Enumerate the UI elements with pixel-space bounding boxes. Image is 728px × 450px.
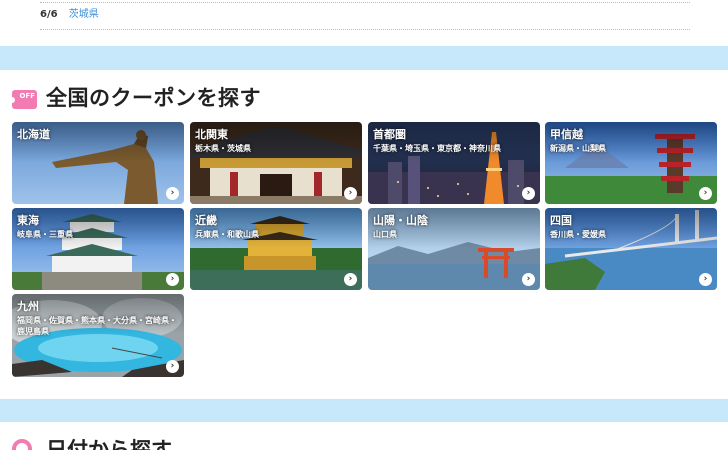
region-name: 九州: [17, 300, 39, 313]
region-name: 甲信越: [550, 128, 583, 141]
chevron-right-icon: ›: [522, 273, 535, 286]
region-card-koshinetsu[interactable]: 甲信越 新潟県・山梨県 ›: [545, 122, 717, 204]
chevron-right-icon: ›: [344, 187, 357, 200]
section-title: 日付から探す: [46, 438, 172, 450]
region-name: 北関東: [195, 128, 228, 141]
chevron-right-icon: ›: [699, 187, 712, 200]
chevron-right-icon: ›: [166, 273, 179, 286]
date-section-header: 日付から探す: [12, 434, 172, 450]
region-prefectures: 兵庫県・和歌山県: [195, 230, 259, 239]
region-name: 首都圏: [373, 128, 406, 141]
region-prefectures: 栃木県・茨城県: [195, 144, 251, 153]
region-card-kita-kanto[interactable]: 北関東 栃木県・茨城県 ›: [190, 122, 362, 204]
region-prefectures: 福岡県・佐賀県・熊本県・大分県・宮崎県・鹿児島県: [17, 316, 177, 336]
coupon-date-row: 6/6 茨城県: [40, 0, 690, 30]
chevron-right-icon: ›: [522, 187, 535, 200]
region-name: 山陽・山陰: [373, 214, 428, 227]
coupon-icon: OFF: [9, 89, 37, 109]
region-card-shutoken[interactable]: 首都圏 千葉県・埼玉県・東京都・神奈川県 ›: [368, 122, 540, 204]
region-name: 近畿: [195, 214, 217, 227]
region-card-hokkaido[interactable]: 北海道 ›: [12, 122, 184, 204]
region-card-shikoku[interactable]: 四国 香川県・愛媛県 ›: [545, 208, 717, 290]
coupon-section-header: OFF 全国のクーポンを探す: [9, 82, 261, 112]
region-prefectures: 香川県・愛媛県: [550, 230, 606, 239]
chevron-right-icon: ›: [699, 273, 712, 286]
region-card-tokai[interactable]: 東海 岐阜県・三重県 ›: [12, 208, 184, 290]
section-divider: [0, 46, 728, 70]
region-prefectures: 岐阜県・三重県: [17, 230, 73, 239]
region-name: 北海道: [17, 128, 50, 141]
region-card-sanyo-sanin[interactable]: 山陽・山陰 山口県 ›: [368, 208, 540, 290]
section-divider: [0, 399, 728, 422]
chevron-right-icon: ›: [344, 273, 357, 286]
region-grid: 北海道 › 北関東 栃木県・茨城県 › 首都圏 千葉県・埼玉県・東京都・神奈川県…: [12, 122, 717, 377]
calendar-pin-icon: [12, 439, 32, 450]
prefecture-link[interactable]: 茨城県: [69, 9, 99, 20]
chevron-right-icon: ›: [166, 187, 179, 200]
chevron-right-icon: ›: [166, 360, 179, 373]
region-prefectures: 新潟県・山梨県: [550, 144, 606, 153]
region-prefectures: 千葉県・埼玉県・東京都・神奈川県: [373, 144, 501, 153]
coupon-date: 6/6: [40, 9, 58, 20]
region-card-kyushu[interactable]: 九州 福岡県・佐賀県・熊本県・大分県・宮崎県・鹿児島県 ›: [12, 294, 184, 377]
region-name: 四国: [550, 214, 572, 227]
region-prefectures: 山口県: [373, 230, 397, 239]
region-card-kinki[interactable]: 近畿 兵庫県・和歌山県 ›: [190, 208, 362, 290]
section-title: 全国のクーポンを探す: [46, 86, 261, 110]
region-name: 東海: [17, 214, 39, 227]
